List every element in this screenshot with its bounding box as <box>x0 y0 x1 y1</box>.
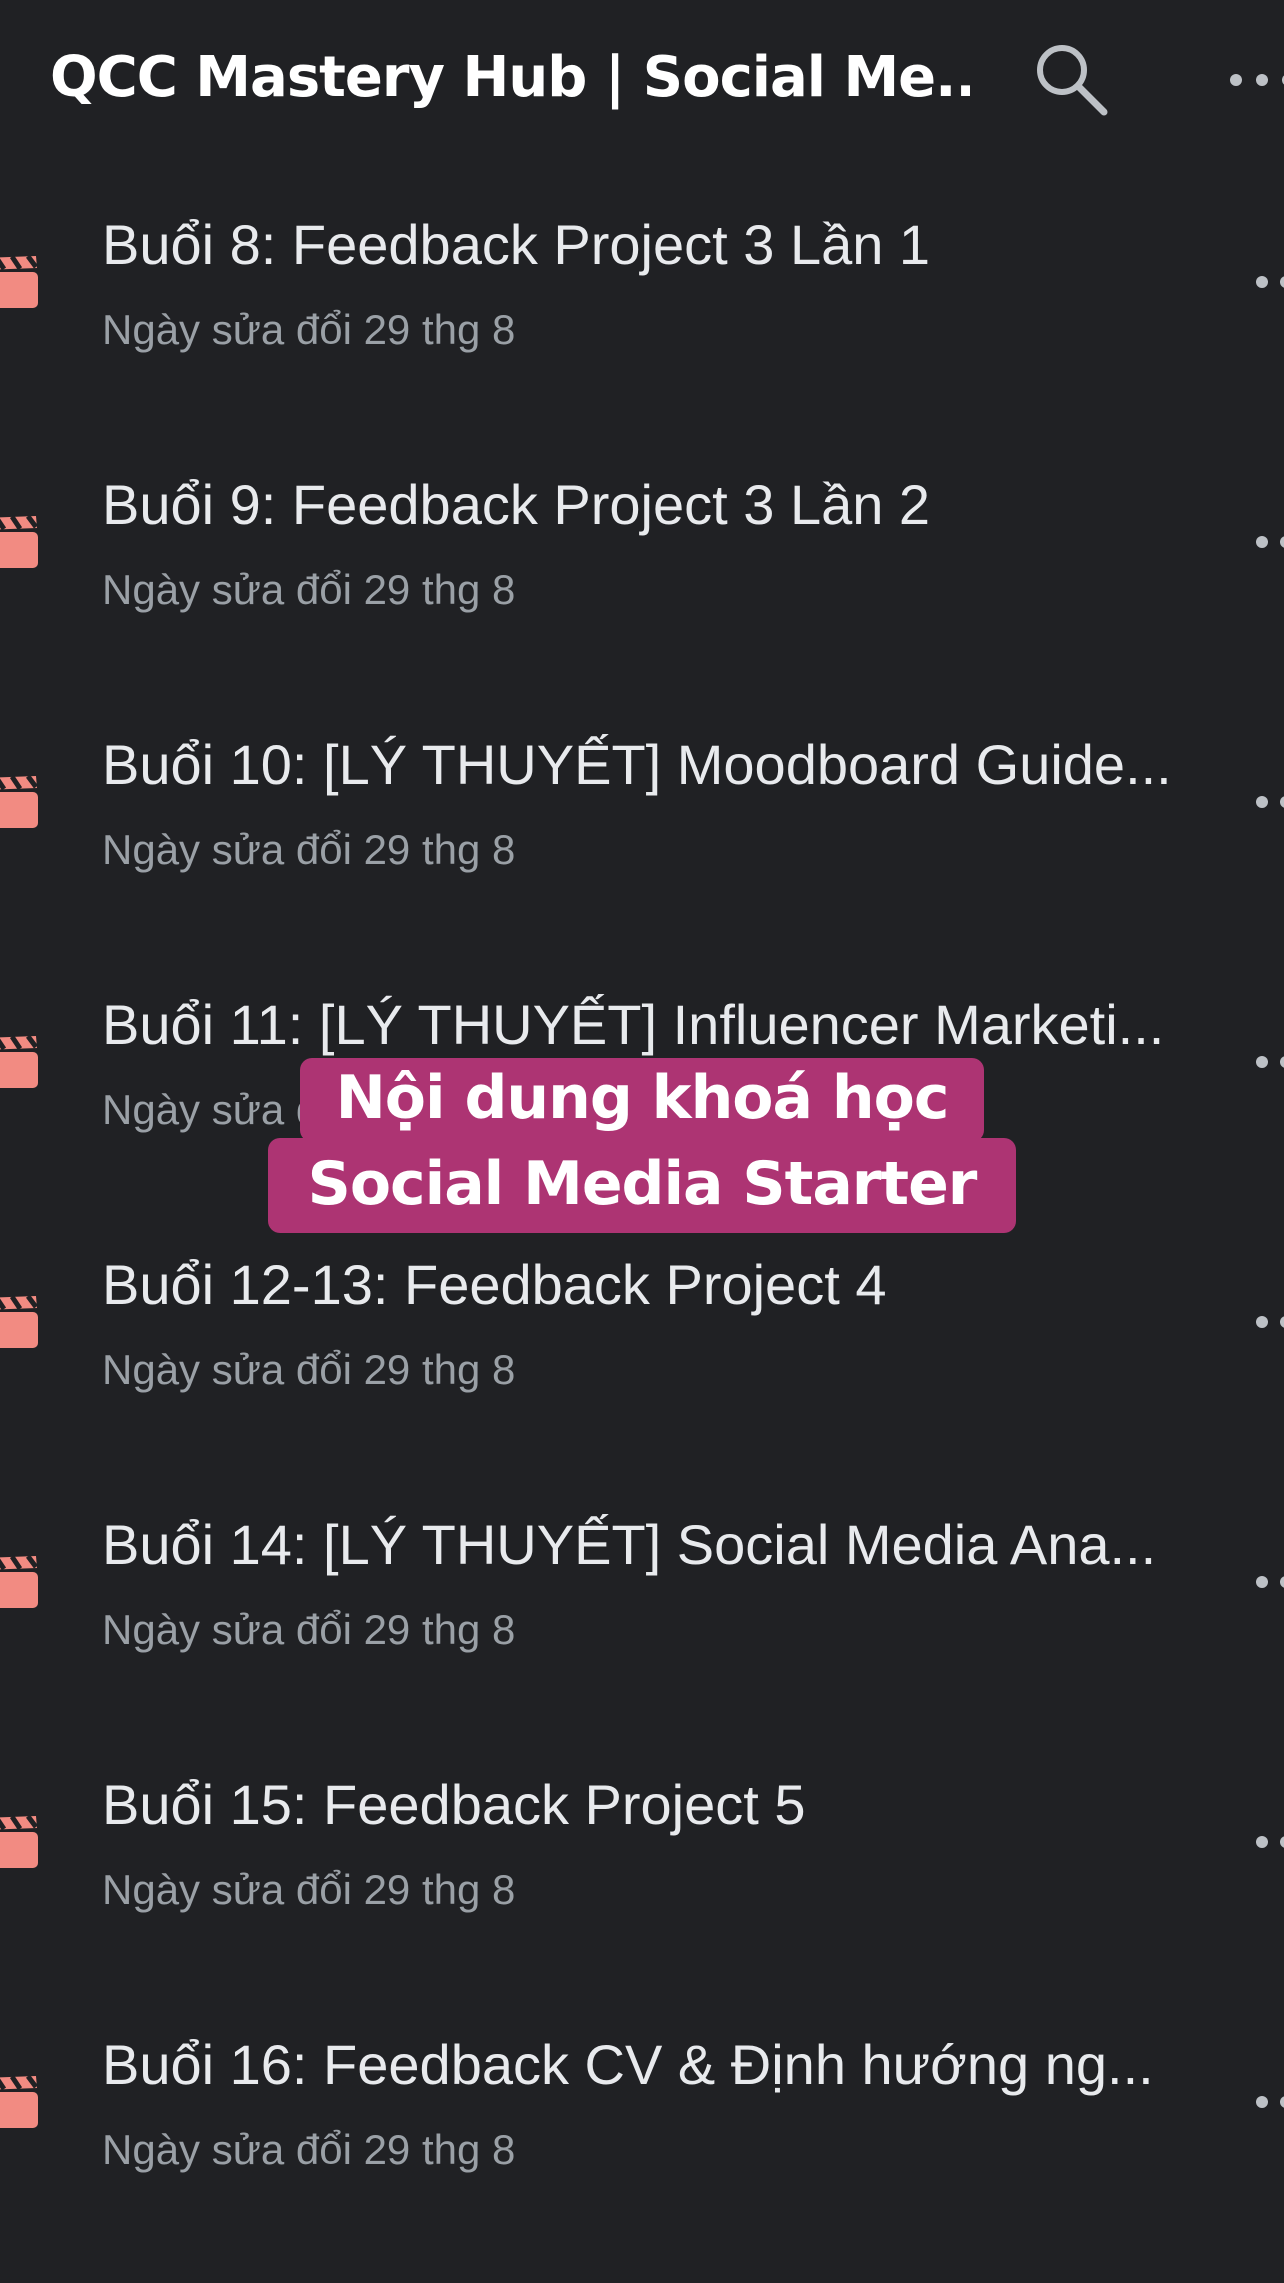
file-title: Buổi 15: Feedback Project 5 <box>102 1773 806 1836</box>
file-title: Buổi 11: [LÝ THUYẾT] Influencer Marketi.… <box>102 993 1165 1056</box>
file-modified-date: Ngày sửa đổi 29 thg 8 <box>102 306 516 353</box>
file-more-icon[interactable] <box>1252 792 1284 812</box>
file-more-icon[interactable] <box>1252 272 1284 292</box>
file-modified-date: Ngày sửa đổi 29 thg 8 <box>102 1086 516 1133</box>
file-more-icon[interactable] <box>1252 2092 1284 2112</box>
file-title: Buổi 12-13: Feedback Project 4 <box>102 1253 887 1316</box>
file-row[interactable]: Buổi 16: Feedback CV & Định hướng ng... N… <box>0 1980 1284 2240</box>
file-more-icon[interactable] <box>1252 532 1284 552</box>
file-modified-date: Ngày sửa đổi 29 thg 8 <box>102 566 516 613</box>
video-file-icon <box>0 1034 39 1090</box>
video-file-icon <box>0 1554 39 1610</box>
file-modified-date: Ngày sửa đổi 29 thg 8 <box>102 2126 516 2173</box>
folder-title: QCC Mastery Hub | Social Me... <box>50 45 970 110</box>
file-modified-date: Ngày sửa đổi 29 thg 8 <box>102 1866 516 1913</box>
search-icon[interactable] <box>1032 40 1112 120</box>
file-row[interactable]: Buổi 9: Feedback Project 3 Lần 2 Ngày sửa… <box>0 420 1284 680</box>
file-more-icon[interactable] <box>1252 1052 1284 1072</box>
file-row[interactable]: Buổi 15: Feedback Project 5 Ngày sửa đổi … <box>0 1720 1284 1980</box>
video-file-icon <box>0 514 39 570</box>
file-row[interactable]: Buổi 10: [LÝ THUYẾT] Moodboard Guide... N… <box>0 680 1284 940</box>
file-title: Buổi 16: Feedback CV & Định hướng ng... <box>102 2033 1154 2096</box>
video-file-icon <box>0 1814 39 1870</box>
file-modified-date: Ngày sửa đổi 29 thg 8 <box>102 1346 516 1393</box>
file-row[interactable]: Buổi 11: [LÝ THUYẾT] Influencer Marketi.… <box>0 940 1284 1200</box>
file-title: Buổi 8: Feedback Project 3 Lần 1 <box>102 213 931 276</box>
video-file-icon <box>0 774 39 830</box>
file-title: Buổi 10: [LÝ THUYẾT] Moodboard Guide... <box>102 733 1172 796</box>
video-file-icon <box>0 254 39 310</box>
file-row[interactable]: Buổi 12-13: Feedback Project 4 Ngày sửa đ… <box>0 1200 1284 1460</box>
file-modified-date: Ngày sửa đổi 29 thg 8 <box>102 1606 516 1653</box>
file-more-icon[interactable] <box>1252 1832 1284 1852</box>
file-row[interactable]: Buổi 8: Feedback Project 3 Lần 1 Ngày sửa… <box>0 160 1284 420</box>
file-more-icon[interactable] <box>1252 1572 1284 1592</box>
file-title: Buổi 14: [LÝ THUYẾT] Social Media Ana... <box>102 1513 1157 1576</box>
video-file-icon <box>0 2074 39 2130</box>
video-file-icon <box>0 1294 39 1350</box>
more-options-icon[interactable] <box>1222 62 1284 98</box>
file-modified-date: Ngày sửa đổi 29 thg 8 <box>102 826 516 873</box>
file-row[interactable]: Buổi 14: [LÝ THUYẾT] Social Media Ana...… <box>0 1460 1284 1720</box>
file-more-icon[interactable] <box>1252 1312 1284 1332</box>
file-title: Buổi 9: Feedback Project 3 Lần 2 <box>102 473 931 536</box>
app-header: QCC Mastery Hub | Social Me... <box>0 0 1284 160</box>
